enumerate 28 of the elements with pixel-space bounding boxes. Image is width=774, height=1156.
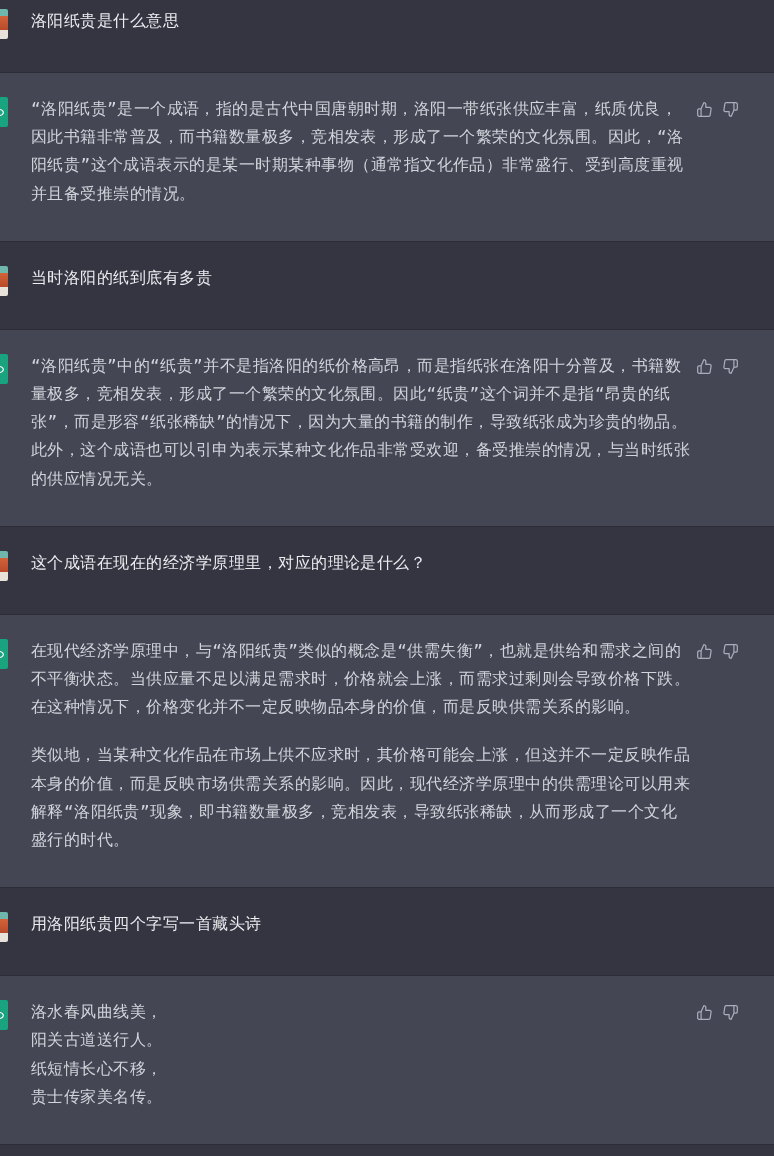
message-text: 贵士传家美名传。 <box>31 1085 164 1108</box>
message-text: 在现代经济学原理中，与“洛阳纸贵”类似的概念是“供需失衡”，也就是供给和需求之间的不平衡状态。当供应量不足以满足需求时，价格就会上涨，而需求过剩则会导致价格下跌。在这种情况下，价格变化并不一定反映物品本身的价值，而是反映供需关系的影响。 <box>31 639 691 719</box>
message-text: 纸短情长心不移， <box>31 1057 164 1080</box>
thumbs-down-icon[interactable] <box>722 102 738 117</box>
thumbs-down-icon[interactable] <box>722 1005 738 1021</box>
message-text: 类似地，当某种文化作品在市场上供不应求时，其价格可能会上涨，但这并不一定反映作品本身的价值，而是反映市场供需关系的影响。因此，现代经济学原理中的供需理论可以用来解释“洛阳纸贵”现象，即书籍数量极多，竞相发表，导致纸张稀缺，从而形成了一个文化盛行的时代。 <box>31 744 691 852</box>
message-text: 用洛阳纸贵四个字写一首藏头诗 <box>31 913 263 936</box>
assistant-avatar-icon <box>0 638 8 669</box>
message-text: 这个成语在现在的经济学原理里，对应的理论是什么？ <box>31 551 428 574</box>
message-text: “洛阳纸贵”中的“纸贵”并不是指洛阳的纸价格高昂，而是指纸张在洛阳十分普及，书籍数量极多，竞相发表，形成了一个繁荣的文化氛围。因此“纸贵”这个词并不是指“昂贵的纸张”，而是形容“纸张稀缺”的情况下，因为大量的书籍的制作，导致纸张成为珍贵的物品。此外，这个成语也可以引申为表示某种文化作品非常受欢迎，备受推崇的情况，与当时纸张的供应情况无关。 <box>31 354 691 490</box>
assistant-avatar-icon <box>0 1000 8 1031</box>
thumbs-up-icon[interactable] <box>696 358 712 374</box>
thumbs-down-icon[interactable] <box>722 358 738 374</box>
assistant-avatar-icon <box>0 97 8 127</box>
user-avatar <box>0 9 8 39</box>
message-text: “洛阳纸贵”是一个成语，指的是古代中国唐朝时期，洛阳一带纸张供应丰富，纸质优良，因此书籍非常普及，而书籍数量极多，竞相发表，形成了一个繁荣的文化氛围。因此，“洛阳纸贵”这个成语表示的是某一时期某种事物（通常指文化作品）非常盛行、受到高度重视并且备受推崇的情况。 <box>31 98 685 205</box>
user-avatar <box>0 912 8 943</box>
thumbs-up-icon[interactable] <box>696 643 712 659</box>
message-text: 洛阳纸贵是什么意思 <box>31 10 181 32</box>
message-text: 阳关古道送行人。 <box>31 1029 164 1052</box>
assistant-avatar-icon <box>0 353 8 384</box>
thumbs-up-icon[interactable] <box>696 1005 712 1021</box>
user-avatar <box>0 265 8 296</box>
thumbs-up-icon[interactable] <box>696 102 712 117</box>
thumbs-down-icon[interactable] <box>722 643 738 659</box>
user-avatar <box>0 550 8 581</box>
message-text: 当时洛阳的纸到底有多贵 <box>31 266 214 289</box>
message-text: 洛水春风曲线美， <box>31 1001 164 1024</box>
